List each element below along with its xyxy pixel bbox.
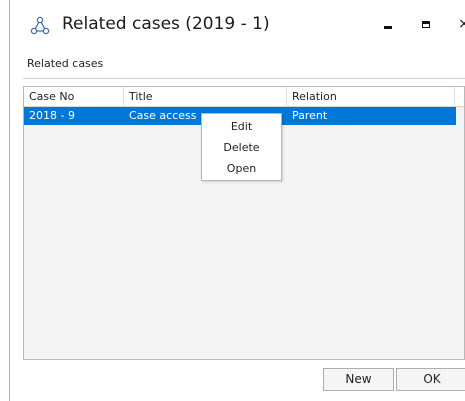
menu-item-delete[interactable]: Delete bbox=[202, 138, 281, 158]
column-header-title[interactable]: Title bbox=[124, 87, 287, 106]
new-button[interactable]: New bbox=[323, 368, 394, 391]
cell-relation: Parent bbox=[292, 109, 328, 122]
title-bar[interactable]: Related cases (2019 - 1) × bbox=[10, 0, 465, 52]
minimize-icon bbox=[384, 25, 392, 29]
column-header-case-no[interactable]: Case No bbox=[24, 87, 124, 106]
close-button[interactable]: × bbox=[454, 14, 465, 34]
share-nodes-icon bbox=[30, 16, 50, 35]
maximize-icon bbox=[422, 20, 430, 28]
minimize-button[interactable] bbox=[378, 14, 398, 34]
maximize-button[interactable] bbox=[416, 14, 436, 34]
column-header-relation[interactable]: Relation bbox=[287, 87, 455, 106]
window-title: Related cases (2019 - 1) bbox=[62, 14, 270, 34]
ok-button[interactable]: OK bbox=[396, 368, 465, 391]
group-divider bbox=[23, 78, 465, 79]
cell-case-no: 2018 - 9 bbox=[29, 109, 75, 122]
related-cases-dialog: Related cases (2019 - 1) × Related cases… bbox=[0, 0, 465, 401]
grid-header: Case No Title Relation bbox=[24, 87, 464, 107]
group-label: Related cases bbox=[27, 57, 104, 70]
close-icon: × bbox=[458, 16, 465, 32]
menu-item-open[interactable]: Open bbox=[202, 159, 281, 179]
context-menu: Edit Delete Open bbox=[201, 113, 282, 181]
menu-item-edit[interactable]: Edit bbox=[202, 117, 281, 137]
window-border bbox=[9, 0, 10, 401]
